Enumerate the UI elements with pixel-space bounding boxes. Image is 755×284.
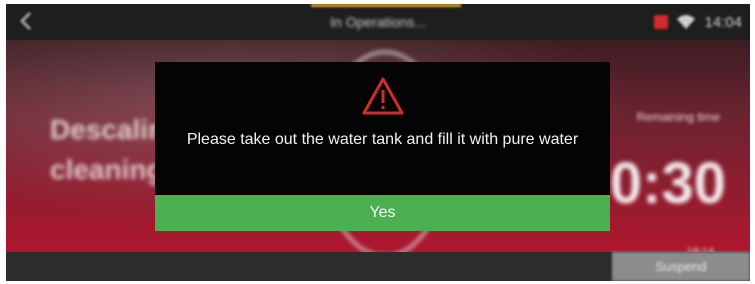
- alert-dialog: Please take out the water tank and fill …: [155, 62, 610, 231]
- program-name: Descaling cleaning: [50, 114, 183, 185]
- record-icon: [654, 15, 669, 29]
- warning-icon: [362, 77, 404, 115]
- bottom-bar: Suspend: [6, 252, 750, 281]
- status-icons: 14:04: [654, 12, 742, 32]
- wifi-icon: [677, 15, 696, 29]
- status-title: In Operations...: [330, 14, 426, 30]
- remaining-time: 0:30: [609, 151, 726, 216]
- suspend-button[interactable]: Suspend: [612, 252, 750, 281]
- yes-button[interactable]: Yes: [155, 195, 610, 231]
- status-bar: In Operations... 14:04: [6, 4, 750, 40]
- dialog-message: Please take out the water tank and fill …: [186, 131, 579, 148]
- clock: 14:04: [704, 13, 742, 31]
- remaining-time-label: Remaining time: [636, 110, 720, 124]
- progress-accent: [311, 4, 461, 7]
